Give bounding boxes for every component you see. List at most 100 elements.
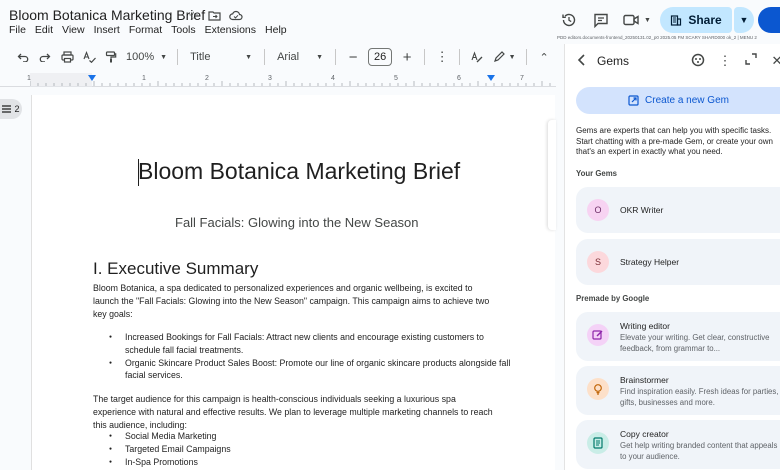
document-outline-button[interactable]: 2 xyxy=(0,99,22,119)
document-page[interactable]: Bloom Botanica Marketing Brief Fall Faci… xyxy=(31,95,555,470)
gems-header: Gems ⋮ ✕ xyxy=(565,44,780,80)
close-icon[interactable]: ✕ xyxy=(769,53,780,69)
ruler-number: 6 xyxy=(457,75,461,82)
menu-insert[interactable]: Insert xyxy=(94,24,120,36)
list-item[interactable]: Targeted Email Campaigns xyxy=(93,443,513,456)
list-item[interactable]: Increased Bookings for Fall Facials: Att… xyxy=(93,331,513,357)
title-icons: ☆ xyxy=(186,9,243,23)
text-cursor xyxy=(138,159,139,186)
lightbulb-icon xyxy=(587,378,609,400)
chevron-down-icon: ▼ xyxy=(160,53,168,61)
list-item[interactable]: Organic Skincare Product Sales Boost: Pr… xyxy=(93,357,513,383)
create-new-gem-button[interactable]: Create a new Gem xyxy=(576,87,780,114)
document-title[interactable]: Bloom Botanica Marketing Brief xyxy=(9,7,205,23)
more-options-icon[interactable]: ⋮ xyxy=(431,46,453,68)
list-item[interactable]: In-Spa Promotions xyxy=(93,456,513,469)
menu-extensions[interactable]: Extensions xyxy=(205,24,256,36)
pen-menu[interactable]: ▼ xyxy=(488,46,520,68)
channels-list: Social Media Marketing Targeted Email Ca… xyxy=(93,430,513,468)
menu-view[interactable]: View xyxy=(62,24,85,36)
undo-icon[interactable] xyxy=(12,46,34,68)
side-panel-handle[interactable] xyxy=(548,120,556,230)
style-value: Title xyxy=(190,51,211,63)
gem-name: Brainstormer xyxy=(620,375,669,385)
gem-name: Copy creator xyxy=(620,429,669,439)
redo-icon[interactable] xyxy=(34,46,56,68)
menu-format[interactable]: Format xyxy=(129,24,162,36)
star-icon[interactable]: ☆ xyxy=(186,9,201,23)
decrease-font-size-icon[interactable]: − xyxy=(342,46,364,68)
ruler: 1 1 2 3 4 5 6 7 xyxy=(0,73,556,87)
building-icon xyxy=(671,15,682,26)
font-value: Arial xyxy=(277,51,300,63)
gem-name: Strategy Helper xyxy=(620,257,680,267)
spellcheck-icon[interactable] xyxy=(78,46,100,68)
menu-edit[interactable]: Edit xyxy=(35,24,53,36)
menu-tools[interactable]: Tools xyxy=(171,24,196,36)
version-history-icon[interactable] xyxy=(556,7,582,33)
right-indent-marker[interactable] xyxy=(487,75,495,81)
share-button[interactable]: Share xyxy=(660,7,732,33)
heading-executive-summary[interactable]: I. Executive Summary xyxy=(93,259,258,279)
gems-title: Gems xyxy=(597,54,630,68)
zoom-value: 100% xyxy=(126,51,155,63)
search-menus-icon[interactable] xyxy=(0,46,12,68)
outline-count: 2 xyxy=(14,104,20,114)
gem-avatar: O xyxy=(587,199,609,221)
gem-card-okr-writer[interactable]: O OKR Writer xyxy=(576,187,780,233)
create-gem-label: Create a new Gem xyxy=(645,95,729,106)
formatting-toolbar: 100% ▼ Title ▼ Arial ▼ − 26 + ⋮ ▼ ⌃ xyxy=(0,44,556,70)
premade-label: Premade by Google xyxy=(576,294,650,303)
ruler-ticks xyxy=(30,73,551,87)
page-title[interactable]: Bloom Botanica Marketing Brief xyxy=(138,158,460,185)
editing-mode-icon[interactable] xyxy=(466,46,488,68)
ruler-number: 1 xyxy=(27,75,31,82)
ruler-number: 5 xyxy=(394,75,398,82)
pen-icon xyxy=(493,51,505,62)
ruler-number: 1 xyxy=(142,75,146,82)
gem-description: Get help writing branded content that ap… xyxy=(620,441,778,461)
move-folder-icon[interactable] xyxy=(207,9,222,22)
chevron-down-icon: ▼ xyxy=(508,53,516,61)
expand-icon[interactable] xyxy=(743,53,759,68)
share-options-button[interactable]: ▼ xyxy=(734,7,754,33)
menu-file[interactable]: File xyxy=(9,24,26,36)
avatar[interactable] xyxy=(758,7,780,33)
gem-card-strategy-helper[interactable]: S Strategy Helper xyxy=(576,239,780,285)
left-indent-marker[interactable] xyxy=(88,75,96,81)
cloud-status-icon[interactable] xyxy=(228,9,243,22)
paragraph-intro[interactable]: Bloom Botanica, a spa dedicated to perso… xyxy=(93,282,495,320)
comments-icon[interactable] xyxy=(588,7,614,33)
zoom-select[interactable]: 100% ▼ xyxy=(122,46,171,68)
font-select[interactable]: Arial ▼ xyxy=(271,46,329,68)
increase-font-size-icon[interactable]: + xyxy=(396,46,418,68)
gemini-spark-icon[interactable] xyxy=(690,53,706,70)
list-icon xyxy=(2,105,12,113)
paragraph-style-select[interactable]: Title ▼ xyxy=(184,46,258,68)
ruler-number: 3 xyxy=(268,75,272,82)
font-size-input[interactable]: 26 xyxy=(368,48,393,66)
toolbar-divider xyxy=(459,49,461,65)
paragraph-audience[interactable]: The target audience for this campaign is… xyxy=(93,393,495,431)
ruler-number: 2 xyxy=(205,75,209,82)
paint-format-icon[interactable] xyxy=(100,46,122,68)
list-item[interactable]: Social Media Marketing xyxy=(93,430,513,443)
gem-initial: S xyxy=(594,257,601,267)
menu-help[interactable]: Help xyxy=(265,24,287,36)
gem-name: Writing editor xyxy=(620,321,670,331)
ruler-number: 7 xyxy=(520,75,524,82)
gem-card-copy-creator[interactable]: Copy creator Get help writing branded co… xyxy=(576,420,780,469)
print-icon[interactable] xyxy=(56,46,78,68)
gems-description: Gems are experts that can help you with … xyxy=(576,126,773,156)
gem-card-writing-editor[interactable]: Writing editor Elevate your writing. Get… xyxy=(576,312,780,361)
gem-card-brainstormer[interactable]: Brainstormer Find inspiration easily. Fr… xyxy=(576,366,780,415)
gem-description: Find inspiration easily. Fresh ideas for… xyxy=(620,387,779,407)
title-bar: Bloom Botanica Marketing Brief ☆ File Ed… xyxy=(0,0,780,40)
back-arrow-icon[interactable] xyxy=(577,53,587,69)
collapse-toolbar-icon[interactable]: ⌃ xyxy=(533,46,555,68)
your-gems-label: Your Gems xyxy=(576,169,618,178)
page-subtitle[interactable]: Fall Facials: Glowing into the New Seaso… xyxy=(175,215,419,230)
meet-icon[interactable]: ▼ xyxy=(620,7,654,33)
ruler-number: 4 xyxy=(331,75,335,82)
more-options-icon[interactable]: ⋮ xyxy=(717,53,733,69)
